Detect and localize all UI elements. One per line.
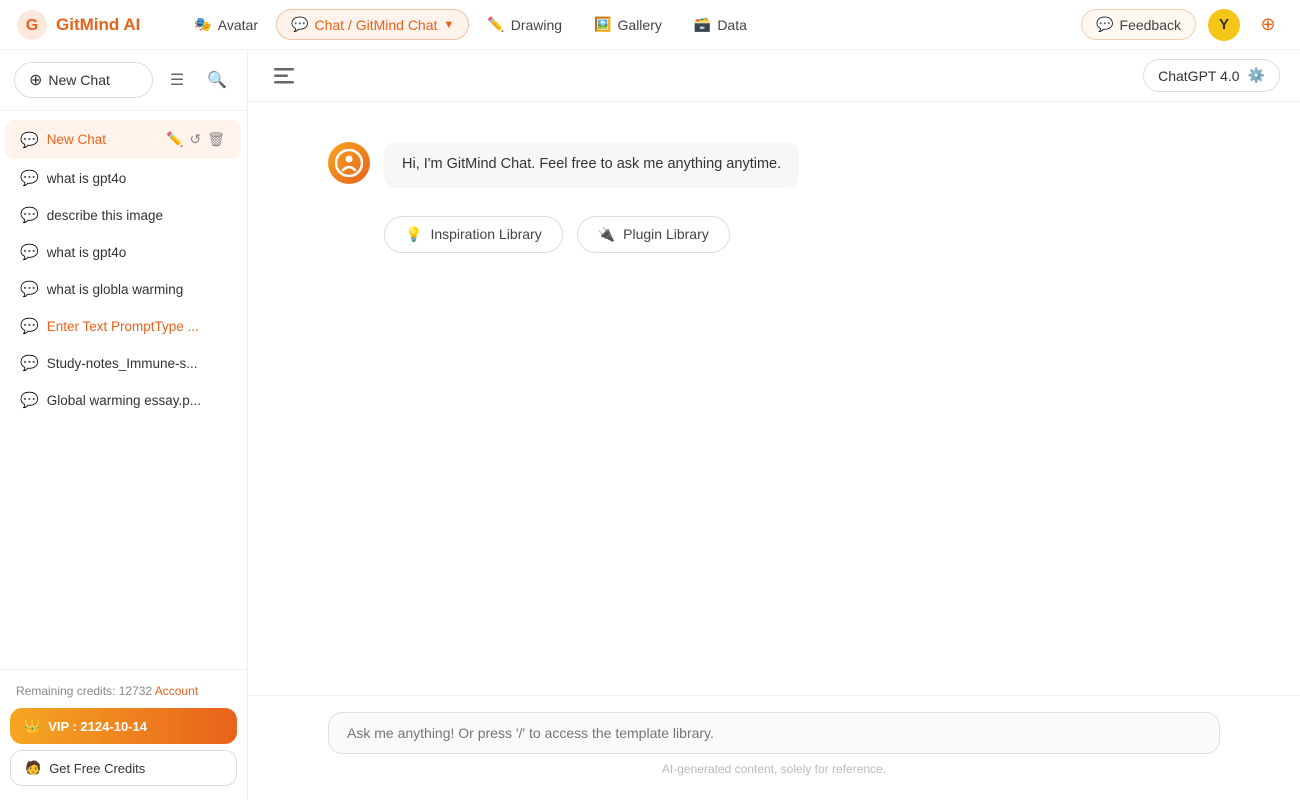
chat-bubble-icon: 💬: [20, 317, 39, 335]
credits-info: Remaining credits: 12732 Account: [10, 680, 237, 702]
chat-header: ChatGPT 4.0 ⚙️: [248, 50, 1300, 102]
nav-item-data[interactable]: 🗃️ Data: [680, 10, 761, 39]
chat-bubble-icon: 💬: [20, 243, 39, 261]
library-buttons: 💡 Inspiration Library 🔌 Plugin Library: [384, 216, 1220, 253]
logo-icon: G: [16, 9, 48, 41]
chat-bubble-icon: 💬: [20, 131, 39, 149]
collapse-sidebar-button[interactable]: [268, 60, 300, 92]
refresh-icon[interactable]: ↺: [187, 129, 203, 150]
sidebar-bottom: Remaining credits: 12732 Account 👑 VIP :…: [0, 669, 247, 800]
inspiration-library-button[interactable]: 💡 Inspiration Library: [384, 216, 563, 253]
chat-input-wrapper: [328, 712, 1220, 754]
sidebar-item-prompt-type[interactable]: 💬 Enter Text PromptType ...: [6, 308, 241, 344]
chat-list-icon[interactable]: ☰: [161, 64, 193, 96]
drawing-icon: ✏️: [487, 16, 504, 33]
avatar-icon: 🎭: [194, 16, 211, 33]
sidebar-item-warming-essay[interactable]: 💬 Global warming essay.p...: [6, 382, 241, 418]
chat-icon: 💬: [291, 16, 308, 33]
sidebar-item-global-warming[interactable]: 💬 what is globla warming: [6, 271, 241, 307]
nav-items: 🎭 Avatar 💬 Chat / GitMind Chat ▼ ✏️ Draw…: [180, 9, 1061, 40]
gallery-icon: 🖼️: [594, 16, 611, 33]
sidebar-item-describe-image[interactable]: 💬 describe this image: [6, 197, 241, 233]
plus-icon: ⊕: [29, 70, 42, 90]
chat-input[interactable]: [347, 725, 1201, 741]
top-navigation: G GitMind AI 🎭 Avatar 💬 Chat / GitMind C…: [0, 0, 1300, 50]
search-icon[interactable]: 🔍: [201, 64, 233, 96]
chat-bubble-icon: 💬: [20, 391, 39, 409]
user-avatar[interactable]: Y: [1208, 9, 1240, 41]
new-chat-button[interactable]: ⊕ New Chat: [14, 62, 153, 98]
model-selector[interactable]: ChatGPT 4.0 ⚙️: [1143, 59, 1280, 92]
chevron-down-icon: ▼: [443, 19, 454, 31]
ai-avatar: [328, 142, 370, 184]
logo-area: G GitMind AI: [16, 9, 140, 41]
ai-greeting-bubble: Hi, I'm GitMind Chat. Feel free to ask m…: [384, 142, 799, 188]
sidebar-item-gpt4o-1[interactable]: 💬 what is gpt4o: [6, 160, 241, 196]
share-icon[interactable]: ⊕: [1252, 9, 1284, 41]
person-icon: 🧑: [25, 760, 41, 776]
chat-messages: Hi, I'm GitMind Chat. Feel free to ask m…: [248, 102, 1300, 695]
nav-item-avatar[interactable]: 🎭 Avatar: [180, 10, 272, 39]
nav-right: 💬 Feedback Y ⊕: [1081, 9, 1284, 41]
feedback-button[interactable]: 💬 Feedback: [1081, 9, 1196, 40]
lightbulb-icon: 💡: [405, 226, 422, 243]
nav-item-gallery[interactable]: 🖼️ Gallery: [580, 10, 676, 39]
plugin-library-button[interactable]: 🔌 Plugin Library: [577, 216, 730, 253]
vip-button[interactable]: 👑 VIP : 2124-10-14: [10, 708, 237, 744]
main-area: ⊕ New Chat ☰ 🔍 💬 New Chat ✏️ ↺ 🗑 💬 what …: [0, 50, 1300, 800]
gear-icon: ⚙️: [1248, 67, 1265, 84]
item-actions: ✏️ ↺ 🗑: [164, 129, 227, 150]
plugin-icon: 🔌: [598, 226, 615, 243]
data-icon: 🗃️: [694, 16, 711, 33]
nav-item-drawing[interactable]: ✏️ Drawing: [473, 10, 576, 39]
chat-history-list: 💬 New Chat ✏️ ↺ 🗑 💬 what is gpt4o 💬 desc…: [0, 111, 247, 669]
model-label: ChatGPT 4.0: [1158, 68, 1239, 84]
sidebar: ⊕ New Chat ☰ 🔍 💬 New Chat ✏️ ↺ 🗑 💬 what …: [0, 50, 248, 800]
feedback-icon: 💬: [1096, 16, 1113, 33]
ai-greeting: Hi, I'm GitMind Chat. Feel free to ask m…: [328, 142, 1220, 188]
svg-text:G: G: [26, 17, 38, 34]
sidebar-top: ⊕ New Chat ☰ 🔍: [0, 50, 247, 111]
free-credits-button[interactable]: 🧑 Get Free Credits: [10, 750, 237, 786]
chat-input-area: AI-generated content, solely for referen…: [248, 695, 1300, 800]
sidebar-item-gpt4o-2[interactable]: 💬 what is gpt4o: [6, 234, 241, 270]
edit-icon[interactable]: ✏️: [164, 129, 185, 150]
delete-icon[interactable]: 🗑: [205, 129, 227, 150]
sidebar-item-study-notes[interactable]: 💬 Study-notes_Immune-s...: [6, 345, 241, 381]
chat-bubble-icon: 💬: [20, 206, 39, 224]
chat-bubble-icon: 💬: [20, 280, 39, 298]
crown-icon: 👑: [24, 718, 40, 734]
account-link[interactable]: Account: [155, 684, 198, 698]
chat-bubble-icon: 💬: [20, 354, 39, 372]
chat-bubble-icon: 💬: [20, 169, 39, 187]
nav-item-chat[interactable]: 💬 Chat / GitMind Chat ▼: [276, 9, 469, 40]
chat-area: ChatGPT 4.0 ⚙️ Hi, I'm GitMind Chat. Fee…: [248, 50, 1300, 800]
sidebar-item-new-chat[interactable]: 💬 New Chat ✏️ ↺ 🗑: [6, 120, 241, 159]
app-name: GitMind AI: [56, 15, 140, 35]
footer-note: AI-generated content, solely for referen…: [328, 762, 1220, 776]
